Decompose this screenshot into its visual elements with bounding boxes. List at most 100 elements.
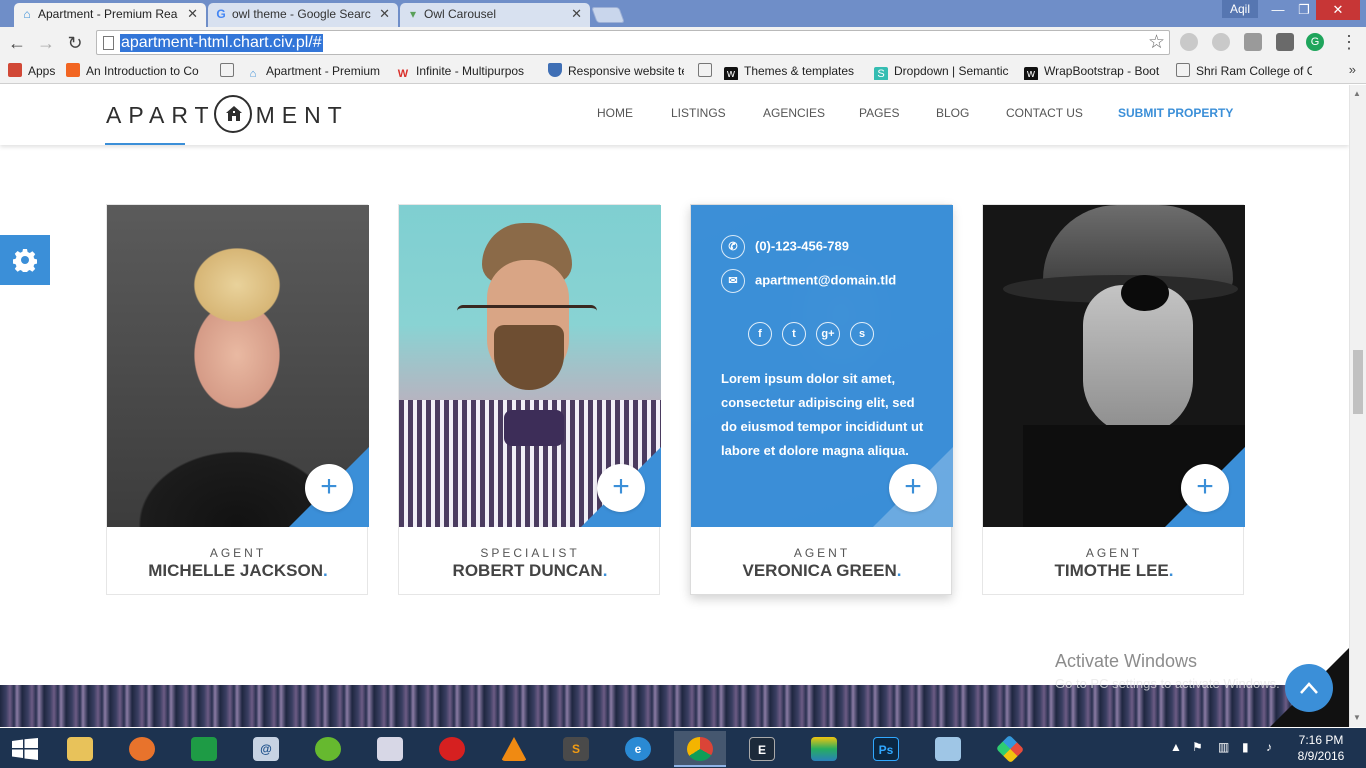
scroll-down-icon[interactable]: ▼	[1353, 713, 1361, 722]
extension-icon[interactable]	[1180, 33, 1198, 51]
battery-icon[interactable]: ▮	[1242, 740, 1249, 754]
agent-card-featured: ✆ (0)-123-456-789 ✉ apartment@domain.tld f…	[690, 204, 953, 595]
bookmark-item[interactable]: Responsive website te	[548, 62, 684, 80]
taskbar-store[interactable]	[178, 731, 230, 767]
tab-google-search[interactable]: G owl theme - Google Searc ✕	[208, 3, 398, 27]
reload-icon[interactable]: ↻	[64, 32, 86, 54]
nav-submit-property[interactable]: SUBMIT PROPERTY	[1118, 106, 1233, 120]
taskbar-paint[interactable]	[364, 731, 416, 767]
facebook-icon[interactable]: f	[748, 322, 772, 346]
extension-icon[interactable]	[1212, 33, 1230, 51]
url-text[interactable]: apartment-html.chart.civ.pl/#	[120, 34, 323, 52]
taskbar-network[interactable]: @	[240, 731, 292, 767]
more-bookmarks-icon[interactable]: »	[1349, 62, 1356, 77]
new-tab-button[interactable]	[591, 7, 625, 23]
chevron-up-icon	[1300, 682, 1318, 694]
volume-icon[interactable]: ♪	[1266, 740, 1272, 754]
chrome-menu-icon[interactable]: ⋮	[1340, 33, 1358, 51]
agent-name[interactable]: TIMOTHE LEE.	[983, 561, 1245, 581]
agent-email[interactable]: ✉ apartment@domain.tld	[721, 269, 896, 293]
extension-icon[interactable]	[1276, 33, 1294, 51]
bookmark-item[interactable]: W Infinite - Multipurpos	[396, 62, 536, 80]
photoshop-icon: Ps	[873, 737, 899, 761]
taskbar-opera[interactable]	[426, 731, 478, 767]
google-plus-icon[interactable]: g+	[816, 322, 840, 346]
windows-logo-icon	[12, 738, 38, 760]
back-icon[interactable]: ←	[6, 32, 28, 54]
bookmark-item[interactable]: An Introduction to Co	[66, 62, 206, 80]
nav-listings[interactable]: LISTINGS	[671, 106, 726, 120]
bookmark-item[interactable]: w WrapBootstrap - Boot	[1024, 62, 1164, 80]
network-status-icon[interactable]: ▥	[1218, 740, 1229, 754]
scroll-to-top-button[interactable]	[1285, 664, 1333, 712]
taskbar-chrome[interactable]	[674, 731, 726, 767]
minimize-icon[interactable]: —	[1264, 0, 1292, 20]
tab-owl-carousel[interactable]: ▾ Owl Carousel ✕	[400, 3, 590, 27]
agent-details-button[interactable]: +	[1181, 464, 1229, 512]
mail-icon: ✉	[721, 269, 745, 293]
agent-details-button[interactable]: +	[889, 464, 937, 512]
bookmark-favicon-icon	[66, 63, 80, 77]
close-tab-icon[interactable]: ✕	[571, 3, 582, 25]
forward-icon[interactable]: →	[35, 32, 57, 54]
agent-name[interactable]: VERONICA GREEN.	[691, 561, 953, 581]
settings-toggle[interactable]	[0, 235, 50, 285]
bookmark-item[interactable]: ⌂ Apartment - Premium	[246, 62, 384, 80]
taskbar-firefox[interactable]	[116, 731, 168, 767]
skype-icon[interactable]: s	[850, 322, 874, 346]
taskbar-app[interactable]	[984, 731, 1036, 767]
nav-home[interactable]: HOME	[597, 106, 633, 120]
close-tab-icon[interactable]: ✕	[187, 3, 198, 25]
agent-phone[interactable]: ✆ (0)-123-456-789	[721, 235, 849, 259]
taskbar-lime[interactable]	[302, 731, 354, 767]
bookmark-star-icon[interactable]: ☆	[1148, 32, 1165, 54]
close-window-icon[interactable]: ✕	[1316, 0, 1360, 20]
tab-apartment[interactable]: ⌂ Apartment - Premium Rea ✕	[14, 3, 206, 27]
scroll-up-icon[interactable]: ▲	[1353, 89, 1361, 98]
taskbar-notepad[interactable]	[922, 731, 974, 767]
nav-pages[interactable]: PAGES	[859, 106, 899, 120]
page-scrollbar[interactable]: ▲ ▼	[1349, 85, 1366, 727]
agent-name[interactable]: MICHELLE JACKSON.	[107, 561, 369, 581]
windows-start-button[interactable]	[12, 738, 38, 765]
scrollbar-thumb[interactable]	[1353, 350, 1363, 414]
show-hidden-icons[interactable]: ▲	[1170, 740, 1182, 754]
flag-icon[interactable]: ⚑	[1192, 740, 1203, 754]
agent-name[interactable]: ROBERT DUNCAN.	[399, 561, 661, 581]
shield-icon[interactable]	[1244, 33, 1262, 51]
bookmark-item[interactable]	[220, 62, 240, 80]
taskbar-eclipse[interactable]: E	[736, 731, 788, 767]
site-header: APART MENT HOME LISTINGS AGENCIES PAGES B…	[0, 85, 1349, 145]
nav-contact-us[interactable]: CONTACT US	[1006, 106, 1083, 120]
bookmark-apps[interactable]: Apps	[8, 62, 55, 80]
social-links: f t g+ s	[748, 322, 884, 346]
taskbar-file-explorer[interactable]	[54, 731, 106, 767]
agent-details-button[interactable]: +	[305, 464, 353, 512]
store-icon	[191, 737, 217, 761]
taskbar-ie[interactable]: e	[612, 731, 664, 767]
close-tab-icon[interactable]: ✕	[379, 3, 390, 25]
firefox-icon	[129, 737, 155, 761]
twitter-icon[interactable]: t	[782, 322, 806, 346]
address-bar[interactable]: apartment-html.chart.civ.pl/# ☆	[96, 30, 1170, 55]
nav-agencies[interactable]: AGENCIES	[763, 106, 825, 120]
bookmark-item[interactable]: w Themes & templates	[724, 62, 860, 80]
agent-details-button[interactable]: +	[597, 464, 645, 512]
bookmark-item[interactable]: S Dropdown | Semantic	[874, 62, 1014, 80]
bookmarks-bar: Apps An Introduction to Co ⌂ Apartment - …	[0, 58, 1366, 84]
ie-icon: e	[625, 737, 651, 761]
system-clock[interactable]: 7:16 PM 8/9/2016	[1290, 732, 1352, 764]
agent-photo: +	[399, 205, 661, 527]
restore-icon[interactable]: ❐	[1290, 0, 1318, 20]
agent-role: AGENT	[209, 546, 267, 560]
bookmark-item[interactable]: Shri Ram College of C	[1176, 62, 1312, 80]
taskbar-sublime[interactable]: S	[550, 731, 602, 767]
nav-blog[interactable]: BLOG	[936, 106, 969, 120]
taskbar-bluestacks[interactable]	[798, 731, 850, 767]
grammarly-icon[interactable]: G	[1306, 33, 1324, 51]
user-profile-button[interactable]: Aqil	[1222, 0, 1258, 18]
site-logo[interactable]: APART MENT	[106, 94, 349, 133]
bookmark-item[interactable]	[698, 62, 718, 80]
taskbar-photoshop[interactable]: Ps	[860, 731, 912, 767]
taskbar-vlc[interactable]	[488, 731, 540, 767]
